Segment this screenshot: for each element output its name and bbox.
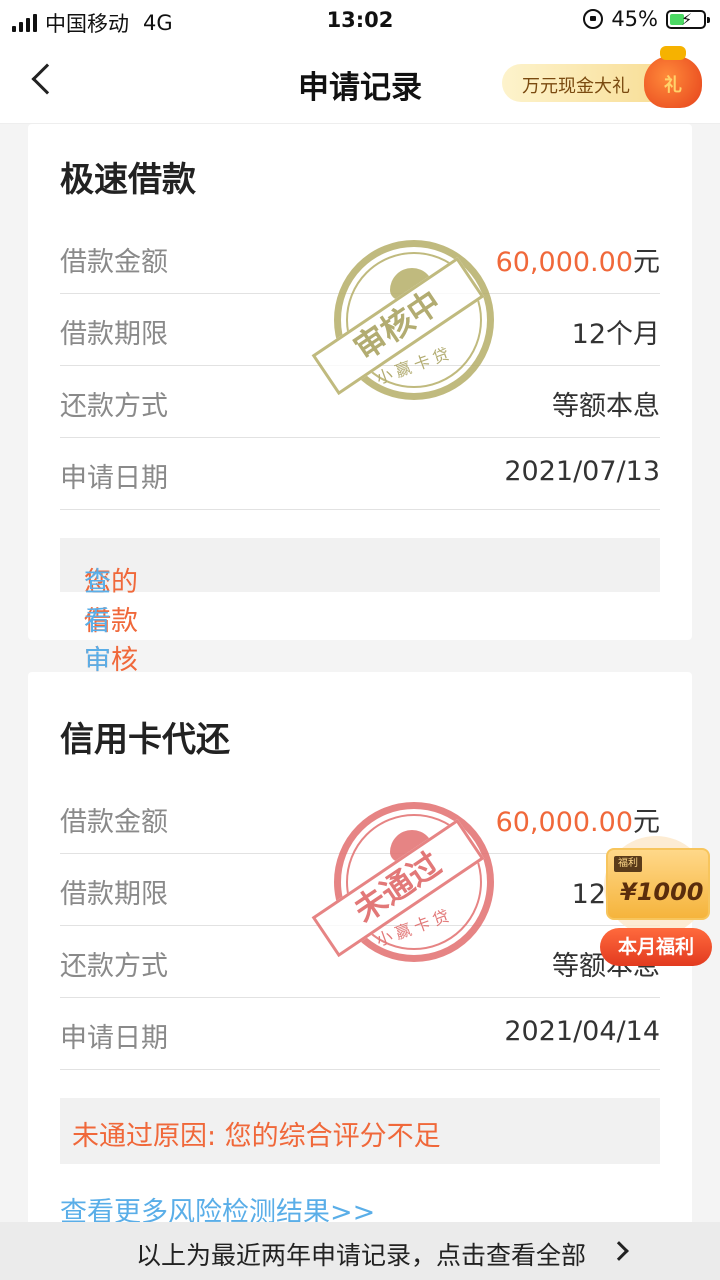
row-label: 申请日期 xyxy=(60,463,168,494)
row-value: 60,000.00元 xyxy=(496,800,660,839)
row-label: 借款金额 xyxy=(60,247,168,278)
row-value: 12个月 xyxy=(571,319,660,350)
rejection-reason: 未通过原因: 您的综合评分不足 xyxy=(60,1098,660,1164)
promo-label: 万元现金大礼 xyxy=(522,76,630,97)
record-card-express-loan: 极速借款 借款金额 60,000.00元 借款期限 12个月 还款方式 等额本息… xyxy=(28,124,692,825)
record-title: 信用卡代还 xyxy=(60,720,230,760)
welfare-tag: 福利 xyxy=(614,856,642,872)
row-value: 60,000.00元 xyxy=(496,240,660,279)
row-label: 还款方式 xyxy=(60,951,168,982)
status-bar: 中国移动 4G 13:02 45% ⚡ xyxy=(0,0,720,40)
review-notice: 您的借款审核中，查看审核流程>> xyxy=(60,538,660,825)
row-label: 还款方式 xyxy=(60,391,168,422)
coupon-ticket-icon: 福利 ¥1000 xyxy=(606,848,710,920)
row-value: 2021/07/13 xyxy=(504,456,660,487)
footer-text: 以上为最近两年申请记录，点击查看全部 xyxy=(136,1241,587,1270)
record-card-credit-repay: 信用卡代还 借款金额 60,000.00元 借款期限 12个月 还款方式 等额本… xyxy=(28,672,692,1232)
status-right: 45% ⚡ xyxy=(583,7,710,31)
monthly-welfare-float-button[interactable]: 福利 ¥1000 本月福利 xyxy=(600,836,712,970)
battery-icon: ⚡ xyxy=(666,9,710,29)
welfare-label: 本月福利 xyxy=(600,928,712,966)
amount-value: 60,000.00 xyxy=(495,807,633,838)
amount-value: 60,000.00 xyxy=(495,247,633,278)
pending-review-stamp: 审核中 小赢卡贷 xyxy=(311,240,494,400)
amount-unit: 元 xyxy=(633,807,660,838)
row-value: 等额本息 xyxy=(552,391,660,422)
row-label: 借款金额 xyxy=(60,807,168,838)
row-apply-date: 申请日期 2021/07/13 xyxy=(60,438,660,510)
chevron-right-icon xyxy=(609,1241,629,1261)
rejected-stamp: 未通过 小赢卡贷 xyxy=(311,802,494,962)
battery-percent: 45% xyxy=(611,7,658,31)
row-label: 申请日期 xyxy=(60,1023,168,1054)
rejection-reason-text: 未通过原因: 您的综合评分不足 xyxy=(72,1121,441,1152)
amount-unit: 元 xyxy=(633,247,660,278)
row-label: 借款期限 xyxy=(60,319,168,350)
nav-bar: 申请记录 万元现金大礼 xyxy=(0,40,720,124)
welfare-amount: ¥1000 xyxy=(620,878,704,906)
row-value: 2021/04/14 xyxy=(504,1016,660,1047)
row-label: 借款期限 xyxy=(60,879,168,910)
charging-bolt-icon: ⚡ xyxy=(681,9,693,29)
row-apply-date: 申请日期 2021/04/14 xyxy=(60,998,660,1070)
lucky-bag-icon[interactable]: 礼 xyxy=(644,46,702,108)
bag-char: 礼 xyxy=(664,75,682,96)
view-all-records-bar[interactable]: 以上为最近两年申请记录，点击查看全部 xyxy=(0,1222,720,1280)
record-title: 极速借款 xyxy=(60,160,196,200)
rotation-lock-icon xyxy=(583,9,604,29)
